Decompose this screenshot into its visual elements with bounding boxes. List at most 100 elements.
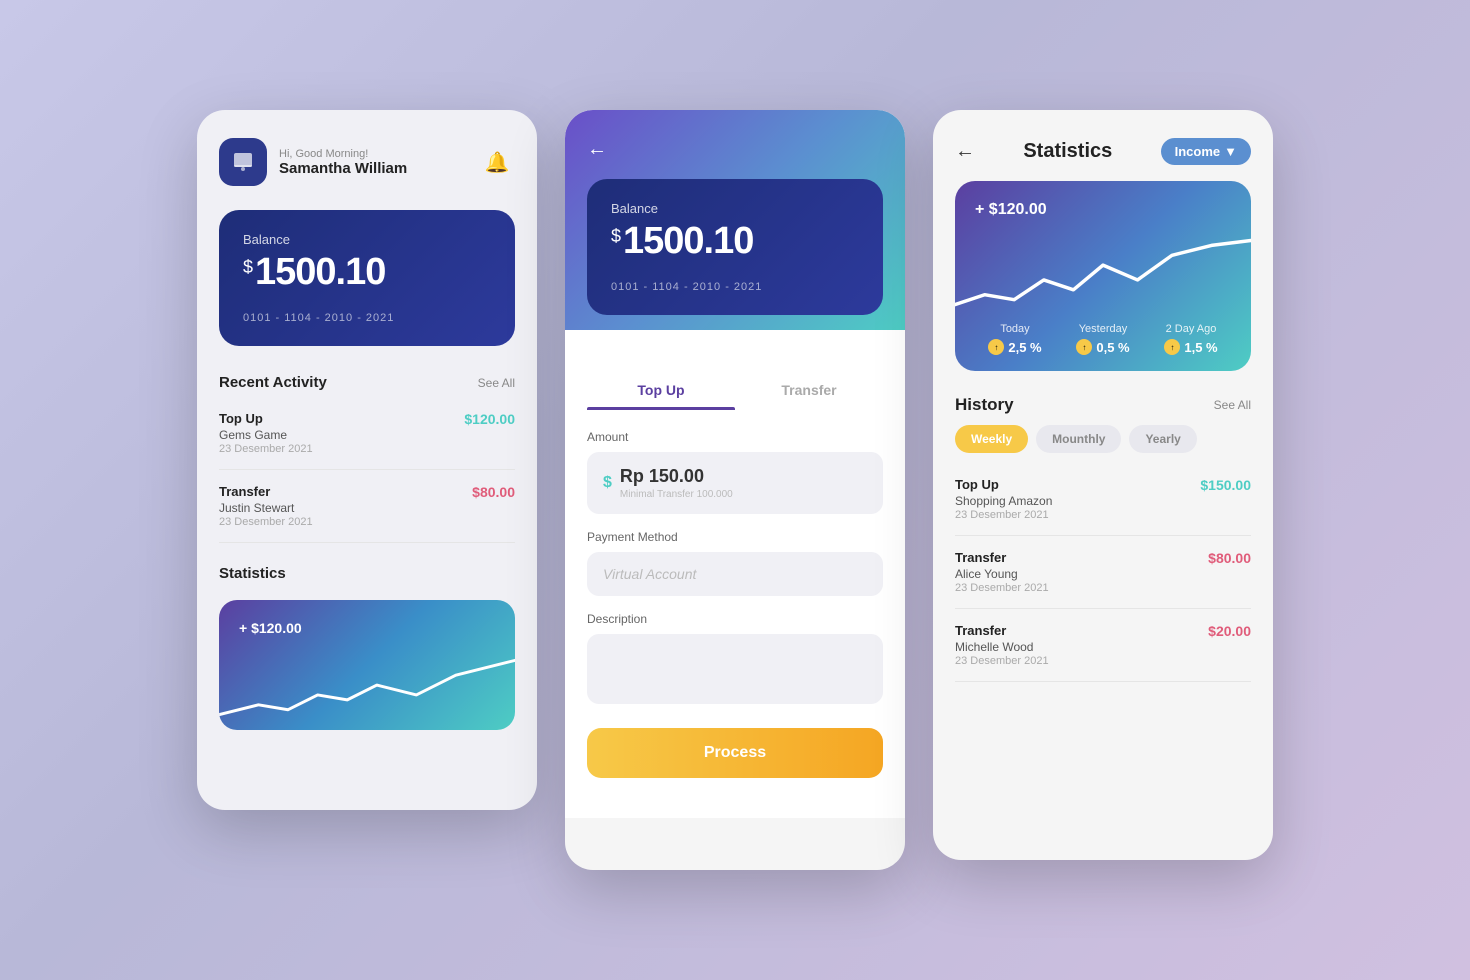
activity-date: 23 Desember 2021 — [219, 443, 313, 455]
history-date: 23 Desember 2021 — [955, 655, 1049, 667]
balance-amount-row: $ 1500.10 — [611, 220, 859, 263]
back-button[interactable]: ← — [587, 138, 607, 161]
statistics-page-title: Statistics — [1023, 140, 1112, 163]
balance-label: Balance — [611, 201, 859, 216]
history-name: Michelle Wood — [955, 640, 1049, 654]
amount-input-value: Rp 150.00 Minimal Transfer 100.000 — [620, 466, 733, 500]
history-amount: $20.00 — [1208, 623, 1251, 639]
history-info: Transfer Alice Young 23 Desember 2021 — [955, 550, 1049, 594]
stat-label-today: Today — [988, 323, 1041, 335]
chart-stat-yesterday: Yesterday ↑ 0,5 % — [1076, 323, 1129, 355]
activity-name: Justin Stewart — [219, 501, 313, 515]
balance-card: Balance $ 1500.10 0101 - 1104 - 2010 - 2… — [219, 210, 515, 346]
history-item: Transfer Alice Young 23 Desember 2021 $8… — [933, 540, 1273, 604]
card-number: 0101 - 1104 - 2010 - 2021 — [611, 281, 859, 293]
description-textarea[interactable] — [587, 634, 883, 704]
recent-activity-header: Recent Activity See All — [197, 366, 537, 401]
divider — [955, 535, 1251, 536]
see-all-activity[interactable]: See All — [478, 376, 515, 390]
divider — [219, 542, 515, 543]
history-type: Transfer — [955, 623, 1049, 638]
activity-name: Gems Game — [219, 428, 313, 442]
activity-item: Transfer Justin Stewart 23 Desember 2021… — [197, 474, 537, 538]
filter-monthly[interactable]: Mounthly — [1036, 425, 1121, 453]
history-info: Top Up Shopping Amazon 23 Desember 2021 — [955, 477, 1052, 521]
history-date: 23 Desember 2021 — [955, 582, 1049, 594]
stat-value-yesterday: ↑ 0,5 % — [1076, 339, 1129, 355]
history-name: Shopping Amazon — [955, 494, 1052, 508]
divider — [219, 469, 515, 470]
activity-type: Transfer — [219, 484, 313, 499]
divider — [955, 681, 1251, 682]
tab-transfer[interactable]: Transfer — [735, 370, 883, 410]
payment-method-input[interactable]: Virtual Account — [587, 552, 883, 596]
history-row: Transfer Michelle Wood 23 Desember 2021 … — [955, 623, 1251, 667]
tab-topup[interactable]: Top Up — [587, 370, 735, 410]
stat-pct-2dayago: 1,5 % — [1184, 340, 1217, 355]
history-type: Transfer — [955, 550, 1049, 565]
amount-value: Rp 150.00 — [620, 466, 733, 487]
process-button[interactable]: Process — [587, 728, 883, 778]
avatar — [219, 138, 267, 186]
topup-tabs: Top Up Transfer — [565, 330, 905, 410]
dollar-sign: $ — [603, 474, 612, 492]
screen-topup: ← Balance $ 1500.10 0101 - 1104 - 2010 -… — [565, 110, 905, 870]
history-item: Transfer Michelle Wood 23 Desember 2021 … — [933, 613, 1273, 677]
stat-label-2dayago: 2 Day Ago — [1164, 323, 1217, 335]
balance-dollar: $ — [243, 257, 253, 278]
chart-stat-2dayago: 2 Day Ago ↑ 1,5 % — [1164, 323, 1217, 355]
income-badge[interactable]: Income ▼ — [1161, 138, 1251, 165]
chart-stat-today: Today ↑ 2,5 % — [988, 323, 1041, 355]
statistics-chart-svg — [955, 225, 1251, 325]
description-label: Description — [587, 612, 883, 626]
notification-bell[interactable]: 🔔 — [479, 144, 515, 180]
avatar-icon — [230, 149, 256, 175]
activity-row: Transfer Justin Stewart 23 Desember 2021… — [219, 484, 515, 528]
statistics-header: Statistics — [219, 557, 515, 592]
history-see-all[interactable]: See All — [1214, 398, 1251, 412]
amount-hint: Minimal Transfer 100.000 — [620, 489, 733, 500]
stat-value-2dayago: ↑ 1,5 % — [1164, 339, 1217, 355]
statistics-card: + $120.00 — [219, 600, 515, 730]
history-header: History See All — [933, 387, 1273, 425]
filter-yearly[interactable]: Yearly — [1129, 425, 1196, 453]
greeting-name: Samantha William — [279, 160, 479, 177]
stat-pct-today: 2,5 % — [1008, 340, 1041, 355]
chart-amount: + $120.00 — [975, 201, 1231, 219]
stats-amount: + $120.00 — [239, 620, 495, 636]
activity-info: Top Up Gems Game 23 Desember 2021 — [219, 411, 313, 455]
history-amount: $80.00 — [1208, 550, 1251, 566]
history-date: 23 Desember 2021 — [955, 509, 1052, 521]
filter-weekly[interactable]: Weekly — [955, 425, 1028, 453]
screens-container: Hi, Good Morning! Samantha William 🔔 Bal… — [197, 70, 1273, 910]
history-row: Top Up Shopping Amazon 23 Desember 2021 … — [955, 477, 1251, 521]
stat-dot-2dayago: ↑ — [1164, 339, 1180, 355]
activity-date: 23 Desember 2021 — [219, 516, 313, 528]
amount-input-group[interactable]: $ Rp 150.00 Minimal Transfer 100.000 — [587, 452, 883, 514]
activity-info: Transfer Justin Stewart 23 Desember 2021 — [219, 484, 313, 528]
activity-amount: $80.00 — [472, 484, 515, 500]
stat-value-today: ↑ 2,5 % — [988, 339, 1041, 355]
recent-activity-title: Recent Activity — [219, 374, 327, 391]
activity-amount: $120.00 — [464, 411, 515, 427]
history-info: Transfer Michelle Wood 23 Desember 2021 — [955, 623, 1049, 667]
stat-dot-today: ↑ — [988, 339, 1004, 355]
statistics-section: Statistics + $120.00 — [197, 547, 537, 730]
divider — [955, 608, 1251, 609]
history-type: Top Up — [955, 477, 1052, 492]
history-item: Top Up Shopping Amazon 23 Desember 2021 … — [933, 467, 1273, 531]
screen-statistics: ← Statistics Income ▼ + $120.00 Today ↑ … — [933, 110, 1273, 860]
balance-amount-row: $ 1500.10 — [243, 251, 491, 294]
topup-form: Amount $ Rp 150.00 Minimal Transfer 100.… — [565, 410, 905, 818]
statistics-chart-card: + $120.00 Today ↑ 2,5 % Yesterday ↑ 0,5 … — [955, 181, 1251, 371]
stats-chart — [219, 650, 515, 730]
screen-home: Hi, Good Morning! Samantha William 🔔 Bal… — [197, 110, 537, 810]
history-amount: $150.00 — [1200, 477, 1251, 493]
stat-label-yesterday: Yesterday — [1076, 323, 1129, 335]
payment-method-placeholder: Virtual Account — [603, 566, 696, 582]
statistics-header: ← Statistics Income ▼ — [933, 110, 1273, 177]
payment-method-label: Payment Method — [587, 530, 883, 544]
statistics-title: Statistics — [219, 565, 286, 582]
back-button[interactable]: ← — [955, 140, 975, 163]
topup-header-gradient: ← Balance $ 1500.10 0101 - 1104 - 2010 -… — [565, 110, 905, 330]
